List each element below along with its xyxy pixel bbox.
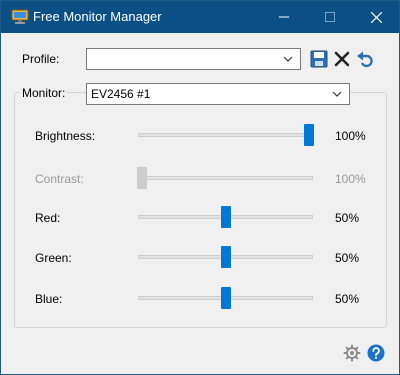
- monitor-label: Monitor:: [20, 86, 68, 100]
- minimize-button[interactable]: [261, 1, 307, 33]
- blue-thumb[interactable]: [220, 287, 231, 309]
- contrast-track: [138, 176, 313, 180]
- close-icon: [370, 11, 382, 23]
- red-label: Red:: [35, 211, 61, 225]
- chevron-down-icon: [332, 91, 342, 97]
- gear-icon[interactable]: [343, 344, 361, 362]
- brightness-value: 100%: [335, 129, 366, 143]
- green-value: 50%: [335, 251, 360, 265]
- profile-label: Profile:: [22, 52, 60, 66]
- title-bar[interactable]: Free Monitor Manager: [1, 1, 399, 33]
- brightness-thumb[interactable]: [304, 124, 314, 146]
- monitor-groupbox: [14, 92, 387, 328]
- save-icon[interactable]: [310, 50, 328, 68]
- blue-label: Blue:: [35, 292, 63, 306]
- brightness-label: Brightness:: [35, 129, 96, 143]
- contrast-value: 100%: [335, 172, 366, 186]
- contrast-label: Contrast:: [35, 172, 84, 186]
- close-button[interactable]: [353, 1, 399, 33]
- monitor-app-icon: [11, 9, 29, 25]
- monitor-combobox[interactable]: EV2456 #1: [86, 83, 350, 105]
- chevron-down-icon: [283, 56, 293, 62]
- monitor-value: EV2456 #1: [91, 87, 151, 101]
- window-title: Free Monitor Manager: [33, 9, 162, 24]
- red-value: 50%: [335, 211, 360, 225]
- blue-value: 50%: [335, 292, 360, 306]
- undo-arrow-icon[interactable]: [356, 50, 374, 68]
- maximize-icon: [325, 12, 335, 22]
- help-icon[interactable]: [367, 344, 385, 362]
- app-window: Free Monitor Manager Profile: Monitor: E…: [0, 0, 400, 375]
- minimize-icon: [279, 16, 289, 18]
- green-label: Green:: [35, 251, 72, 265]
- red-thumb[interactable]: [220, 206, 231, 228]
- delete-x-icon[interactable]: [333, 50, 351, 68]
- green-thumb[interactable]: [220, 246, 231, 268]
- contrast-thumb: [137, 167, 147, 189]
- profile-combobox[interactable]: [86, 48, 301, 70]
- brightness-track[interactable]: [138, 133, 313, 137]
- maximize-button[interactable]: [307, 1, 353, 33]
